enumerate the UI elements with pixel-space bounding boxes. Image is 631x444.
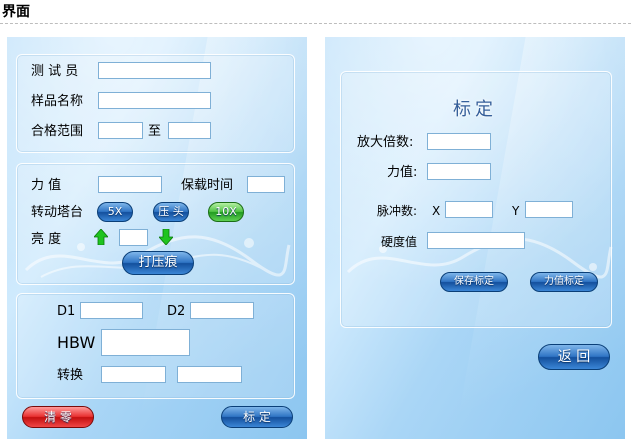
convert-label: 转换 [57,368,84,383]
range-min-input[interactable] [98,122,143,139]
pulse-x-input[interactable] [445,201,493,218]
convert-input-1[interactable] [101,366,166,383]
force-input[interactable] [98,176,162,193]
pulse-label: 脉冲数: [377,204,418,218]
hardness-input[interactable] [427,232,525,249]
d2-input[interactable] [190,302,254,319]
hardness-label: 硬度值 [381,235,418,249]
tester-input[interactable] [98,62,211,79]
brightness-input[interactable] [119,229,148,246]
turret-label: 转动塔台 [31,205,84,220]
right-force-label: 力值: [387,165,418,180]
tester-label: 测 试 员 [31,64,79,79]
range-to-label: 至 [148,124,162,139]
turret-10x-button[interactable]: 10X [208,202,244,222]
hold-time-input[interactable] [247,176,285,193]
magnification-label: 放大倍数: [357,135,414,150]
clear-button[interactable]: 清 零 [22,406,94,428]
range-label: 合格范围 [31,124,84,139]
hbw-label: HBW [57,333,96,352]
brightness-down-icon[interactable] [159,229,173,245]
brightness-up-icon[interactable] [94,229,108,245]
range-max-input[interactable] [168,122,211,139]
calibration-panel: 标定 放大倍数: 力值: 脉冲数: X Y 硬度值 保存标定 力值标定 返 回 [325,37,625,439]
back-button[interactable]: 返 回 [538,344,610,370]
force-calibration-button[interactable]: 力值标定 [530,272,598,292]
hold-time-label: 保载时间 [181,178,234,193]
magnification-input[interactable] [427,133,491,150]
hbw-input[interactable] [101,329,190,356]
turret-5x-button[interactable]: 5X [97,202,133,222]
sample-name-label: 样品名称 [31,94,84,109]
pulse-x-label: X [432,204,441,218]
d1-input[interactable] [80,302,143,319]
d2-label: D2 [167,304,186,319]
pulse-y-label: Y [512,204,520,218]
convert-input-2[interactable] [177,366,242,383]
turret-indenter-button[interactable]: 压 头 [153,202,189,222]
brightness-label: 亮 度 [31,232,62,247]
indent-button[interactable]: 打压痕 [122,251,194,275]
calibration-header: 标定 [453,99,497,120]
sample-name-input[interactable] [98,92,211,109]
d1-label: D1 [57,304,76,319]
divider [0,23,631,24]
save-calibration-button[interactable]: 保存标定 [440,272,508,292]
page-title: 界面 [2,4,30,20]
right-force-input[interactable] [427,163,491,180]
pulse-y-input[interactable] [525,201,573,218]
calibrate-button[interactable]: 标 定 [221,406,293,428]
force-label: 力 值 [31,178,62,193]
main-panel: 测 试 员 样品名称 合格范围 至 力 值 保载时间 转动塔台 5X 压 头 1… [7,37,307,439]
